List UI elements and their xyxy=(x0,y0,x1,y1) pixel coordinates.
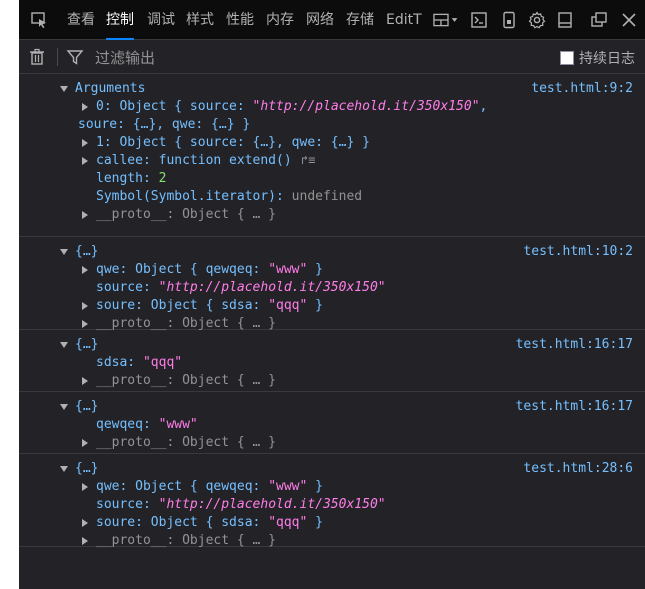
separate-window-icon[interactable] xyxy=(589,10,609,30)
tree-leaf: qewqeq: "www" xyxy=(96,417,198,432)
tree-node[interactable]: __proto__: Object { … } xyxy=(19,206,645,224)
tab-performance[interactable]: 性能 xyxy=(226,0,254,40)
tree-node[interactable]: __proto__: Object { … } xyxy=(19,434,645,452)
collapsed-arrow-icon[interactable] xyxy=(82,103,88,111)
collapsed-arrow-icon[interactable] xyxy=(82,157,88,165)
object-header[interactable]: {…} xyxy=(19,243,645,261)
settings-gear-icon[interactable] xyxy=(527,10,547,30)
close-icon[interactable] xyxy=(619,10,639,30)
collapsed-arrow-icon[interactable] xyxy=(82,439,88,447)
collapsed-arrow-icon[interactable] xyxy=(82,537,88,545)
tree-leaf: length: 2 xyxy=(96,171,167,186)
collapsed-arrow-icon[interactable] xyxy=(82,302,88,310)
expanded-arrow-icon[interactable] xyxy=(60,342,68,348)
tree-node[interactable]: soure: Object { sdsa: "qqq" } xyxy=(19,297,645,315)
persist-logs-toggle[interactable]: 持续日志 xyxy=(560,48,635,68)
expanded-arrow-icon[interactable] xyxy=(60,466,68,472)
tab-console[interactable]: 控制 xyxy=(106,0,134,40)
tree-node[interactable]: __proto__: Object { … } xyxy=(19,532,645,550)
tab-storage[interactable]: 存储 xyxy=(346,0,374,40)
expanded-arrow-icon[interactable] xyxy=(60,404,68,410)
devtools-toolbar: 查看 控制 调试 样式 性能 内存 网络 存储 EditT xyxy=(19,0,645,40)
tree-node[interactable]: soure: Object { sdsa: "qqq" } xyxy=(19,514,645,532)
tab-editthiscookie[interactable]: EditT xyxy=(386,0,422,40)
filter-funnel-icon xyxy=(65,47,85,67)
console-output: test.html:9:2 Arguments 0: Object { sour… xyxy=(19,74,645,589)
frame-select-icon[interactable] xyxy=(432,10,464,30)
dock-side-icon[interactable] xyxy=(555,10,575,30)
persist-logs-checkbox[interactable] xyxy=(560,51,574,65)
console-message: test.html:16:17 {…} sdsa: "qqq" __proto_… xyxy=(19,330,645,392)
console-terminal-icon[interactable] xyxy=(469,10,489,30)
tree-node[interactable]: 0: Object { source: "http://placehold.it… xyxy=(19,98,645,116)
tree-leaf: sdsa: "qqq" xyxy=(96,355,183,370)
toolbar-divider xyxy=(57,48,58,66)
filter-output-input[interactable]: 过滤输出 xyxy=(95,47,155,68)
tab-inspector[interactable]: 查看 xyxy=(67,0,95,40)
tree-node[interactable]: callee: function extend() ↱≡ xyxy=(19,152,645,170)
collapsed-arrow-icon[interactable] xyxy=(82,320,88,328)
tree-node[interactable]: qwe: Object { qewqeq: "www" } xyxy=(19,478,645,496)
console-message: test.html:28:6 {…} qwe: Object { qewqeq:… xyxy=(19,454,645,550)
expanded-arrow-icon[interactable] xyxy=(60,86,68,92)
tab-debugger[interactable]: 调试 xyxy=(147,0,175,40)
jump-to-definition-icon[interactable]: ↱≡ xyxy=(301,151,315,169)
console-message: test.html:9:2 Arguments 0: Object { sour… xyxy=(19,74,645,237)
tree-node[interactable]: qwe: Object { qewqeq: "www" } xyxy=(19,261,645,279)
object-header[interactable]: {…} xyxy=(19,398,645,416)
tree-leaf: source: "http://placehold.it/350x150" xyxy=(96,497,386,512)
console-message: test.html:16:17 {…} qewqeq: "www" __prot… xyxy=(19,392,645,454)
tree-node-wrap: soure: {…}, qwe: {…} } xyxy=(78,117,251,132)
console-filter-bar: 过滤输出 持续日志 xyxy=(19,40,645,74)
tree-leaf: source: "http://placehold.it/350x150" xyxy=(96,280,386,295)
responsive-mode-icon[interactable] xyxy=(499,10,519,30)
persist-logs-label: 持续日志 xyxy=(579,51,635,67)
element-picker-icon[interactable] xyxy=(29,10,49,30)
devtools-panel: 查看 控制 调试 样式 性能 内存 网络 存储 EditT 过滤输出 持续日志 … xyxy=(19,0,645,589)
object-header[interactable]: {…} xyxy=(19,336,645,354)
collapsed-arrow-icon[interactable] xyxy=(82,139,88,147)
tree-leaf: Symbol(Symbol.iterator): undefined xyxy=(96,189,363,204)
expanded-arrow-icon[interactable] xyxy=(60,249,68,255)
collapsed-arrow-icon[interactable] xyxy=(82,211,88,219)
tree-node[interactable]: __proto__: Object { … } xyxy=(19,372,645,390)
tab-network[interactable]: 网络 xyxy=(306,0,334,40)
collapsed-arrow-icon[interactable] xyxy=(82,483,88,491)
trash-icon[interactable] xyxy=(27,47,47,67)
object-header[interactable]: Arguments xyxy=(19,80,645,98)
console-message: test.html:10:2 {…} qwe: Object { qewqeq:… xyxy=(19,237,645,331)
object-header[interactable]: {…} xyxy=(19,460,645,478)
tab-style-editor[interactable]: 样式 xyxy=(186,0,214,40)
tab-memory[interactable]: 内存 xyxy=(266,0,294,40)
collapsed-arrow-icon[interactable] xyxy=(82,377,88,385)
collapsed-arrow-icon[interactable] xyxy=(82,519,88,527)
tree-node[interactable]: 1: Object { source: {…}, qwe: {…} } xyxy=(19,134,645,152)
collapsed-arrow-icon[interactable] xyxy=(82,266,88,274)
